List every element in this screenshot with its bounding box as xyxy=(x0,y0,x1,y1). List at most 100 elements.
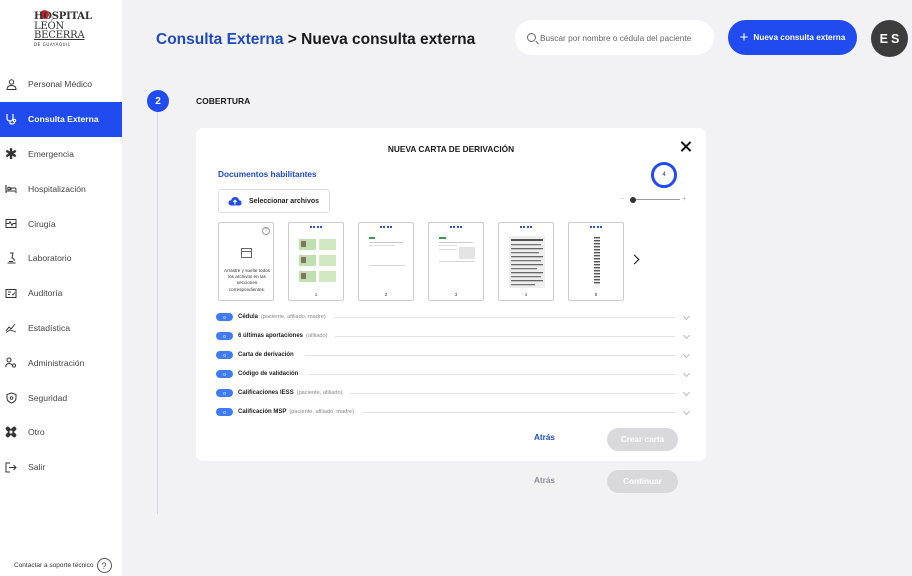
document-preview xyxy=(439,237,475,262)
support-label: Contactar a soporte técnico xyxy=(14,562,94,569)
select-files-button[interactable]: Seleccionar archivos xyxy=(218,189,330,213)
sidebar-item-otro[interactable]: Otro xyxy=(0,415,122,450)
help-icon: ? xyxy=(96,558,112,573)
cloud-upload-icon xyxy=(228,197,242,206)
document-thumbnail[interactable]: 2 xyxy=(358,222,414,301)
sidebar-item-emergencia[interactable]: ✱ Emergencia xyxy=(0,137,122,172)
select-files-label: Seleccionar archivos xyxy=(249,197,320,205)
chevron-down-icon[interactable] xyxy=(683,314,690,321)
help-icon[interactable]: ? xyxy=(262,227,270,235)
slider-handle[interactable] xyxy=(630,196,636,203)
section-subtitle: (paciente, afiliado, madre) xyxy=(261,314,326,320)
search-bar[interactable] xyxy=(515,20,714,55)
logo-line-4: DE GUAYAQUIL xyxy=(34,42,71,47)
sidebar: HOSPITAL LEÓN BECERRA DE GUAYAQUIL Perso… xyxy=(0,0,122,576)
chevron-down-icon[interactable] xyxy=(683,333,690,340)
document-preview xyxy=(594,236,600,288)
sidebar-item-consulta-externa[interactable]: Consulta Externa xyxy=(0,101,122,137)
drag-handle[interactable] xyxy=(590,226,602,229)
sidebar-item-auditoria[interactable]: Auditoría xyxy=(0,276,122,311)
section-calificacion-msp[interactable]: 0 Calificación MSP (paciente, afiliado, … xyxy=(216,405,690,419)
chevron-down-icon[interactable] xyxy=(683,352,690,359)
zoom-slider[interactable]: − + xyxy=(620,194,690,204)
divider xyxy=(350,392,675,394)
sidebar-item-personal-medico[interactable]: Personal Médico xyxy=(0,67,122,102)
logout-icon xyxy=(4,460,18,474)
sidebar-item-label: Estadística xyxy=(28,322,71,333)
drag-handle[interactable] xyxy=(450,226,462,229)
drag-handle[interactable] xyxy=(520,226,532,229)
zoom-badge: 4 xyxy=(651,162,677,188)
search-input[interactable] xyxy=(540,32,710,43)
hospital-logo[interactable]: HOSPITAL LEÓN BECERRA DE GUAYAQUIL xyxy=(32,10,92,48)
sidebar-item-administracion[interactable]: Administración xyxy=(0,345,122,380)
breadcrumb-link[interactable]: Consulta Externa xyxy=(156,31,283,48)
logo-line-3: BECERRA xyxy=(34,30,85,41)
sidebar-item-label: Laboratorio xyxy=(28,253,72,264)
drag-handle[interactable] xyxy=(380,226,392,229)
chevron-down-icon[interactable] xyxy=(683,371,690,378)
bandage-icon xyxy=(4,425,18,439)
audit-icon xyxy=(4,286,18,300)
dropzone-text: Arrastre y suelte todos los archivos en … xyxy=(224,268,270,292)
step-label: COBERTURA xyxy=(196,96,251,106)
section-calificaciones-iess[interactable]: 0 Calificaciones IESS (paciente, afiliad… xyxy=(216,386,690,400)
chevron-down-icon[interactable] xyxy=(683,409,690,416)
bed-icon xyxy=(4,182,18,196)
sidebar-item-label: Otro xyxy=(28,427,45,438)
sidebar-item-label: Consulta Externa xyxy=(28,114,99,125)
sidebar-item-label: Emergencia xyxy=(28,148,74,159)
section-codigo-validacion[interactable]: 0 Código de validación xyxy=(216,367,690,381)
section-aportaciones[interactable]: 0 6 últimas aportaciones (afiliado) xyxy=(216,329,690,343)
stethoscope-icon xyxy=(4,112,18,126)
sidebar-nav: Personal Médico Consulta Externa ✱ Emerg… xyxy=(0,67,122,485)
document-preview xyxy=(509,236,545,288)
section-cedula[interactable]: 0 Cédula (paciente, afiliado, madre) xyxy=(216,310,690,324)
chevron-right-icon[interactable] xyxy=(629,253,643,267)
document-thumbnail[interactable]: 1 xyxy=(288,222,344,301)
zoom-out-icon[interactable]: − xyxy=(620,194,625,204)
sidebar-item-label: Seguridad xyxy=(28,392,68,403)
sidebar-item-seguridad[interactable]: Seguridad xyxy=(0,380,122,415)
modal-back-button[interactable]: Atrás xyxy=(534,433,555,442)
page-number: 2 xyxy=(384,292,388,297)
admin-icon xyxy=(4,356,18,370)
document-thumbnail[interactable]: 5 xyxy=(568,222,624,301)
asterisk-icon: ✱ xyxy=(4,145,18,163)
avatar[interactable]: ES xyxy=(871,20,908,57)
zoom-in-icon[interactable]: + xyxy=(682,194,687,204)
divider xyxy=(304,354,675,356)
sidebar-item-label: Auditoría xyxy=(28,288,63,299)
document-thumbnail[interactable]: 4 xyxy=(498,222,554,301)
sidebar-item-label: Hospitalización xyxy=(28,183,86,194)
sidebar-item-cirugia[interactable]: Cirugía xyxy=(0,206,122,241)
sidebar-item-salir[interactable]: Salir xyxy=(0,450,122,485)
section-subtitle: (paciente, afiliado) xyxy=(296,390,343,396)
surgery-icon xyxy=(4,217,18,231)
breadcrumb: Consulta Externa > Nueva consulta extern… xyxy=(156,31,475,49)
chevron-down-icon[interactable] xyxy=(683,390,690,397)
page-number: 5 xyxy=(594,292,598,297)
close-icon[interactable] xyxy=(679,140,693,154)
sidebar-item-estadistica[interactable]: Estadística xyxy=(0,311,122,346)
document-thumbnail[interactable]: 3 xyxy=(428,222,484,301)
referral-letter-modal: NUEVA CARTA DE DERIVACIÓN Documentos hab… xyxy=(196,128,706,461)
support-link[interactable]: Contactar a soporte técnico ? xyxy=(14,558,112,573)
new-consultation-button[interactable]: + Nueva consulta externa xyxy=(728,20,857,55)
section-carta-derivacion[interactable]: 0 Carta de derivación xyxy=(216,348,690,362)
create-letter-button[interactable]: Crear carta xyxy=(607,428,678,451)
divider xyxy=(362,411,675,413)
sidebar-item-hospitalizacion[interactable]: Hospitalización xyxy=(0,171,122,206)
sidebar-item-laboratorio[interactable]: Laboratorio xyxy=(0,241,122,276)
count-badge: 0 xyxy=(216,408,233,416)
drag-handle[interactable] xyxy=(310,226,322,229)
document-preview xyxy=(369,237,405,266)
sidebar-item-label: Personal Médico xyxy=(28,79,93,90)
back-button[interactable]: Atrás xyxy=(534,476,555,485)
continue-button[interactable]: Continuar xyxy=(607,470,678,493)
section-name: Carta de derivación xyxy=(238,352,294,358)
dropzone[interactable]: ? Arrastre y suelte todos los archivos e… xyxy=(218,222,274,301)
modal-title: NUEVA CARTA DE DERIVACIÓN xyxy=(387,144,515,154)
section-subtitle: (afiliado) xyxy=(306,333,328,339)
section-name: 6 últimas aportaciones xyxy=(238,333,304,339)
